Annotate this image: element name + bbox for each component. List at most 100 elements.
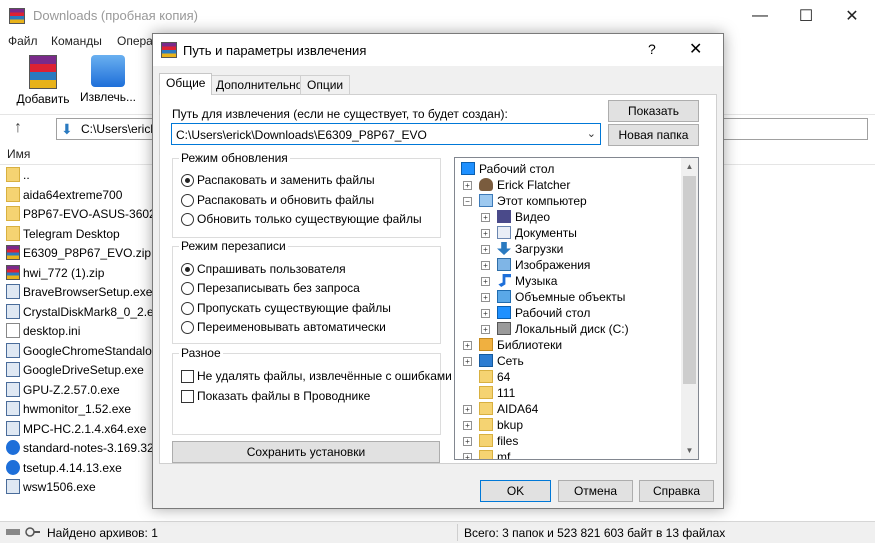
tree-item[interactable]: + Изображения	[455, 257, 685, 273]
update-option-replace[interactable]: Распаковать и заменить файлы	[181, 172, 375, 188]
add-button[interactable]: Добавить	[13, 55, 73, 111]
keep-broken-files-option[interactable]: Не удалять файлы, извлечённые с ошибками	[181, 368, 452, 384]
help-icon[interactable]: ?	[648, 41, 656, 57]
list-item[interactable]: aida64extreme700	[0, 185, 160, 205]
list-item[interactable]: ..	[0, 165, 160, 185]
list-item[interactable]: BraveBrowserSetup.exe	[0, 282, 160, 302]
expand-icon[interactable]: +	[481, 325, 490, 334]
expand-icon[interactable]: +	[481, 293, 490, 302]
expand-icon[interactable]: +	[481, 309, 490, 318]
tree-item[interactable]: + bkup	[455, 417, 685, 433]
file-icon	[6, 284, 20, 299]
expand-icon[interactable]: +	[481, 229, 490, 238]
radio-unselected[interactable]	[181, 212, 194, 226]
expand-icon[interactable]: +	[463, 405, 472, 414]
list-item[interactable]: CrystalDiskMark8_0_2.exe	[0, 302, 160, 322]
show-button[interactable]: Показать	[608, 100, 699, 122]
tree-item[interactable]: + AIDA64	[455, 401, 685, 417]
list-item[interactable]: wsw1506.exe	[0, 477, 160, 497]
tree-item[interactable]: + mf	[455, 449, 685, 459]
pc-icon	[479, 194, 493, 207]
list-item[interactable]: standard-notes-3.169.32	[0, 438, 160, 458]
tree-item[interactable]: + files	[455, 433, 685, 449]
list-item[interactable]: GoogleChromeStandaloneSetup	[0, 341, 160, 361]
tree-item[interactable]: Рабочий стол	[455, 161, 685, 177]
list-item[interactable]: desktop.ini	[0, 321, 160, 341]
list-item[interactable]: P8P67-EVO-ASUS-3602	[0, 204, 160, 224]
tree-item[interactable]: + Сеть	[455, 353, 685, 369]
tree-item[interactable]: + Рабочий стол	[455, 305, 685, 321]
user-icon	[479, 178, 493, 191]
extract-button[interactable]: Извлечь...	[78, 55, 138, 111]
list-item[interactable]: tsetup.4.14.13.exe	[0, 458, 160, 478]
up-arrow-icon[interactable]: ↑	[14, 119, 22, 137]
file-name: desktop.ini	[23, 324, 81, 338]
list-item[interactable]: E6309_P8P67_EVO.zip	[0, 243, 160, 263]
radio-unselected[interactable]	[181, 320, 194, 334]
column-name[interactable]: Имя	[7, 147, 30, 161]
tab-advanced[interactable]: Дополнительно	[209, 75, 310, 94]
tree-item-label: Локальный диск (C:)	[515, 322, 629, 336]
expand-icon[interactable]: +	[463, 453, 472, 459]
help-button[interactable]: Справка	[639, 480, 714, 502]
tree-item[interactable]: + Загрузки	[455, 241, 685, 257]
menu-operations[interactable]: Опера	[117, 34, 153, 48]
tree-item[interactable]: + Локальный диск (C:)	[455, 321, 685, 337]
list-item[interactable]: GoogleDriveSetup.exe	[0, 360, 160, 380]
collapse-icon[interactable]: −	[463, 197, 472, 206]
tree-item[interactable]: 111	[455, 385, 685, 401]
tree-item[interactable]: 64	[455, 369, 685, 385]
radio-selected[interactable]	[181, 262, 194, 276]
expand-icon[interactable]: +	[481, 245, 490, 254]
tab-options[interactable]: Опции	[300, 75, 351, 94]
tab-general[interactable]: Общие	[159, 73, 213, 95]
tree-item[interactable]: − Этот компьютер	[455, 193, 685, 209]
new-folder-button[interactable]: Новая папка	[608, 124, 699, 146]
list-item[interactable]: hwi_772 (1).zip	[0, 263, 160, 283]
expand-icon[interactable]: +	[463, 181, 472, 190]
cancel-button[interactable]: Отмена	[558, 480, 633, 502]
save-settings-button[interactable]: Сохранить установки	[172, 441, 440, 463]
checkbox-unchecked[interactable]	[181, 369, 194, 383]
folder-tree[interactable]: ▲ ▼ Рабочий стол + Erick Flatcher − Этот ком…	[454, 157, 699, 460]
maximize-icon[interactable]: ☐	[783, 0, 829, 31]
menu-commands[interactable]: Команды	[51, 34, 102, 48]
radio-unselected[interactable]	[181, 193, 194, 207]
radio-unselected[interactable]	[181, 301, 194, 315]
update-option-update[interactable]: Распаковать и обновить файлы	[181, 192, 374, 208]
expand-icon[interactable]: +	[481, 277, 490, 286]
dialog-close-icon[interactable]: ✕	[689, 39, 702, 59]
expand-icon[interactable]: +	[463, 421, 472, 430]
radio-selected[interactable]	[181, 173, 194, 187]
overwrite-option-overwrite[interactable]: Перезаписывать без запроса	[181, 280, 360, 296]
tree-item[interactable]: + Музыка	[455, 273, 685, 289]
list-item[interactable]: MPC-HC.2.1.4.x64.exe	[0, 419, 160, 439]
main-title: Downloads (пробная копия)	[33, 8, 198, 23]
tree-item[interactable]: + Объемные объекты	[455, 289, 685, 305]
minimize-icon[interactable]: —	[737, 0, 783, 31]
chevron-down-icon[interactable]: ⌄	[587, 127, 596, 140]
overwrite-option-rename[interactable]: Переименовывать автоматически	[181, 319, 386, 335]
list-item[interactable]: Telegram Desktop	[0, 224, 160, 244]
list-item[interactable]: hwmonitor_1.52.exe	[0, 399, 160, 419]
extract-path-combo[interactable]: C:\Users\erick\Downloads\E6309_P8P67_EVO…	[171, 123, 601, 145]
checkbox-unchecked[interactable]	[181, 389, 194, 403]
close-icon[interactable]: ✕	[829, 0, 875, 31]
expand-icon[interactable]: +	[481, 213, 490, 222]
tree-item[interactable]: + Библиотеки	[455, 337, 685, 353]
menu-file[interactable]: Файл	[8, 34, 38, 48]
tree-item[interactable]: + Erick Flatcher	[455, 177, 685, 193]
ok-button[interactable]: OK	[480, 480, 551, 502]
radio-unselected[interactable]	[181, 281, 194, 295]
update-option-existing[interactable]: Обновить только существующие файлы	[181, 211, 422, 227]
overwrite-option-ask[interactable]: Спрашивать пользователя	[181, 261, 346, 277]
show-in-explorer-option[interactable]: Показать файлы в Проводнике	[181, 388, 370, 404]
expand-icon[interactable]: +	[481, 261, 490, 270]
tree-item[interactable]: + Документы	[455, 225, 685, 241]
expand-icon[interactable]: +	[463, 437, 472, 446]
expand-icon[interactable]: +	[463, 357, 472, 366]
list-item[interactable]: GPU-Z.2.57.0.exe	[0, 380, 160, 400]
tree-item[interactable]: + Видео	[455, 209, 685, 225]
overwrite-option-skip[interactable]: Пропускать существующие файлы	[181, 300, 391, 316]
expand-icon[interactable]: +	[463, 341, 472, 350]
